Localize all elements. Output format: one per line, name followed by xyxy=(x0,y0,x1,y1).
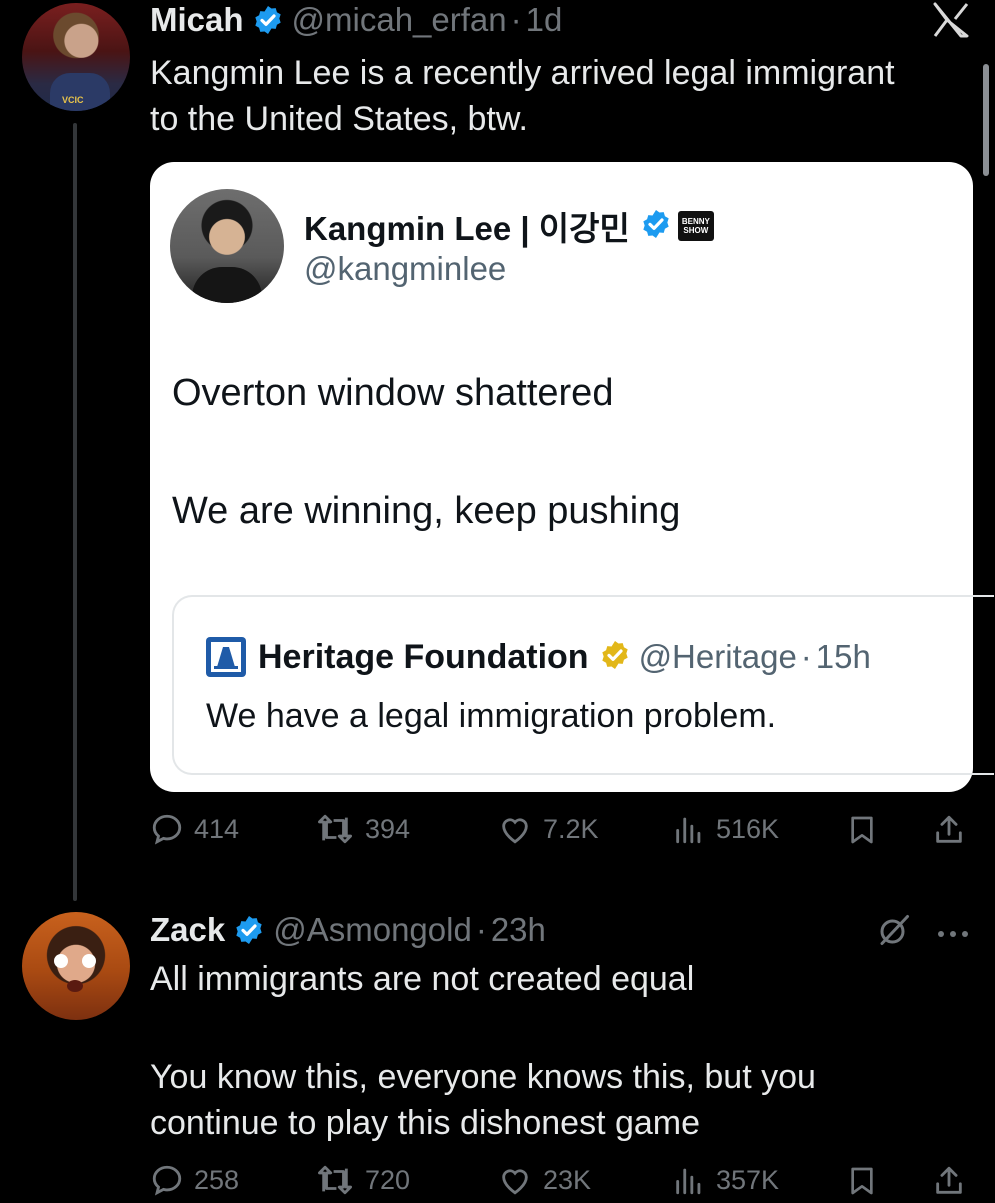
share-icon xyxy=(936,1166,962,1194)
reply-button[interactable]: 414 xyxy=(150,812,239,846)
affiliate-badge-text-1: BENNY xyxy=(681,217,710,226)
verified-badge-icon xyxy=(233,914,265,946)
avatar-kangmin[interactable] xyxy=(170,189,284,303)
avatar-micah[interactable]: VCIC xyxy=(22,3,130,111)
like-icon xyxy=(502,818,528,844)
quote-author-name[interactable]: Kangmin Lee | 이강민 xyxy=(304,202,630,250)
nested-time-separator: · xyxy=(800,638,812,675)
like-count: 7.2K xyxy=(543,813,599,844)
like-icon xyxy=(502,1169,528,1195)
repost-icon xyxy=(318,1165,353,1195)
views-icon xyxy=(676,1168,701,1195)
tweet1-text: Kangmin Lee is a recently arrived legal … xyxy=(150,50,895,142)
verified-badge-icon xyxy=(640,208,672,245)
thread-connector-line xyxy=(73,123,77,901)
author-name[interactable]: Zack xyxy=(150,911,225,949)
views-button[interactable]: 516K xyxy=(672,812,779,846)
quoted-tweet-card[interactable]: Kangmin Lee | 이강민 BENNY SHOW @kangminlee… xyxy=(150,162,994,792)
share-button[interactable] xyxy=(932,812,966,848)
time-separator: · xyxy=(510,1,522,38)
author-name[interactable]: Micah xyxy=(150,1,244,39)
views-count: 357K xyxy=(716,1164,780,1195)
bookmark-icon xyxy=(851,1167,873,1195)
reply-button[interactable]: 258 xyxy=(150,1163,239,1197)
repost-icon xyxy=(318,814,353,844)
nested-timestamp[interactable]: 15h xyxy=(816,638,871,676)
views-button[interactable]: 357K xyxy=(672,1163,779,1197)
tweet2-text-line2: You know this, everyone knows this, but … xyxy=(150,1058,816,1096)
quote-text-line1: Overton window shattered xyxy=(172,372,614,414)
tweet1-text-line1: Kangmin Lee is a recently arrived legal … xyxy=(150,54,895,92)
tweet2-text-line1: All immigrants are not created equal xyxy=(150,960,695,998)
tweet1-header: Micah @micah_erfan · 1d xyxy=(150,0,562,40)
nested-author-name[interactable]: Heritage Foundation xyxy=(258,638,589,677)
avatar-shirt-text: VCIC xyxy=(62,95,84,105)
nested-tweet-text: We have a legal immigration problem. xyxy=(206,697,777,735)
repost-button[interactable]: 720 xyxy=(315,1163,410,1197)
like-button[interactable]: 23K xyxy=(497,1163,591,1197)
repost-button[interactable]: 394 xyxy=(315,812,410,846)
avatar-zack[interactable] xyxy=(22,912,130,1020)
share-button[interactable] xyxy=(932,1163,966,1199)
author-handle[interactable]: @micah_erfan xyxy=(292,1,507,39)
grok-icon[interactable] xyxy=(876,912,912,948)
verified-badge-icon xyxy=(252,4,284,36)
nested-quoted-tweet[interactable]: Heritage Foundation @Heritage · 15h We h… xyxy=(172,595,994,775)
nested-header: Heritage Foundation @Heritage · 15h xyxy=(206,637,871,677)
repost-count: 394 xyxy=(365,813,411,844)
time-separator: · xyxy=(475,911,487,948)
tweet2-header: Zack @Asmongold · 23h xyxy=(150,910,546,950)
views-count: 516K xyxy=(716,813,780,844)
x-logo-icon[interactable] xyxy=(931,2,971,38)
reply-icon xyxy=(152,814,182,845)
heritage-logo-icon xyxy=(206,637,246,677)
tweet2-text: All immigrants are not created equal You… xyxy=(150,956,816,1146)
quote-header: Kangmin Lee | 이강민 BENNY SHOW xyxy=(304,202,714,250)
timestamp[interactable]: 1d xyxy=(526,1,563,39)
timestamp[interactable]: 23h xyxy=(491,911,546,949)
tweet2-text-line3: continue to play this dishonest game xyxy=(150,1104,701,1142)
views-icon xyxy=(676,817,701,844)
tweet1-text-line2: to the United States, btw. xyxy=(150,100,529,138)
bookmark-button[interactable] xyxy=(846,1163,878,1199)
affiliate-badge: BENNY SHOW xyxy=(677,211,714,241)
verified-gold-badge-icon xyxy=(599,639,631,676)
tweet1-action-bar: 414 394 7.2K 516K xyxy=(150,812,980,852)
like-count: 23K xyxy=(543,1164,592,1195)
reply-icon xyxy=(152,1165,182,1196)
bookmark-button[interactable] xyxy=(846,812,878,848)
scrollbar[interactable] xyxy=(983,64,989,176)
reply-count: 258 xyxy=(194,1164,240,1195)
bookmark-icon xyxy=(851,816,873,844)
reply-count: 414 xyxy=(194,813,240,844)
quote-author-handle[interactable]: @kangminlee xyxy=(304,250,506,288)
more-icon[interactable] xyxy=(935,926,971,937)
affiliate-badge-text-2: SHOW xyxy=(683,226,709,235)
quote-text-line2: We are winning, keep pushing xyxy=(172,490,681,532)
repost-count: 720 xyxy=(365,1164,411,1195)
like-button[interactable]: 7.2K xyxy=(497,812,599,846)
share-icon xyxy=(936,815,962,843)
nested-author-handle[interactable]: @Heritage xyxy=(639,638,797,676)
author-handle[interactable]: @Asmongold xyxy=(273,911,472,949)
tweet2-action-bar: 258 720 23K 357K xyxy=(150,1163,980,1203)
